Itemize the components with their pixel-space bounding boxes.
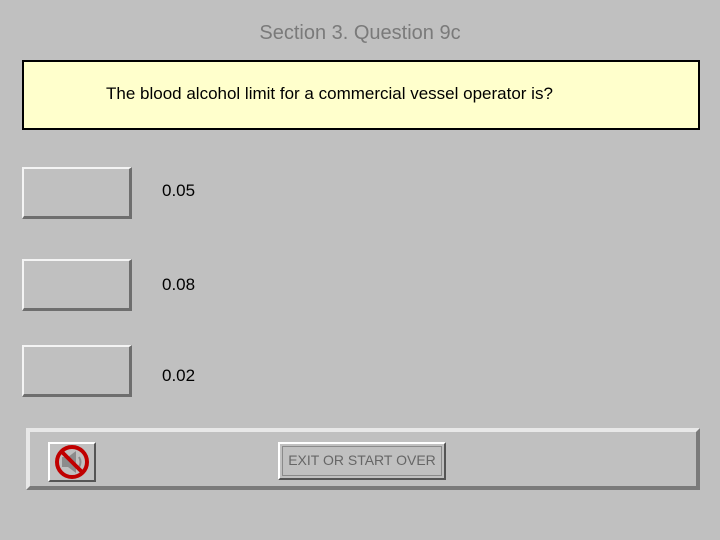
answer-button-1[interactable] <box>22 167 132 219</box>
question-text: The blood alcohol limit for a commercial… <box>106 84 553 103</box>
answer-label-1: 0.05 <box>162 181 196 200</box>
speaker-muted-icon <box>55 445 89 479</box>
page-title: Section 3. Question 9c <box>259 22 461 44</box>
question-box: The blood alcohol limit for a commercial… <box>22 60 700 130</box>
answer-button-3[interactable] <box>22 345 132 397</box>
footer-bar: EXIT OR START OVER <box>26 428 700 490</box>
exit-button-label: EXIT OR START OVER <box>282 446 442 476</box>
mute-button[interactable] <box>48 442 96 482</box>
answer-label-2: 0.08 <box>162 275 196 294</box>
exit-or-start-over-button[interactable]: EXIT OR START OVER <box>278 442 446 480</box>
answer-button-2[interactable] <box>22 259 132 311</box>
answer-label-3: 0.02 <box>162 366 196 385</box>
